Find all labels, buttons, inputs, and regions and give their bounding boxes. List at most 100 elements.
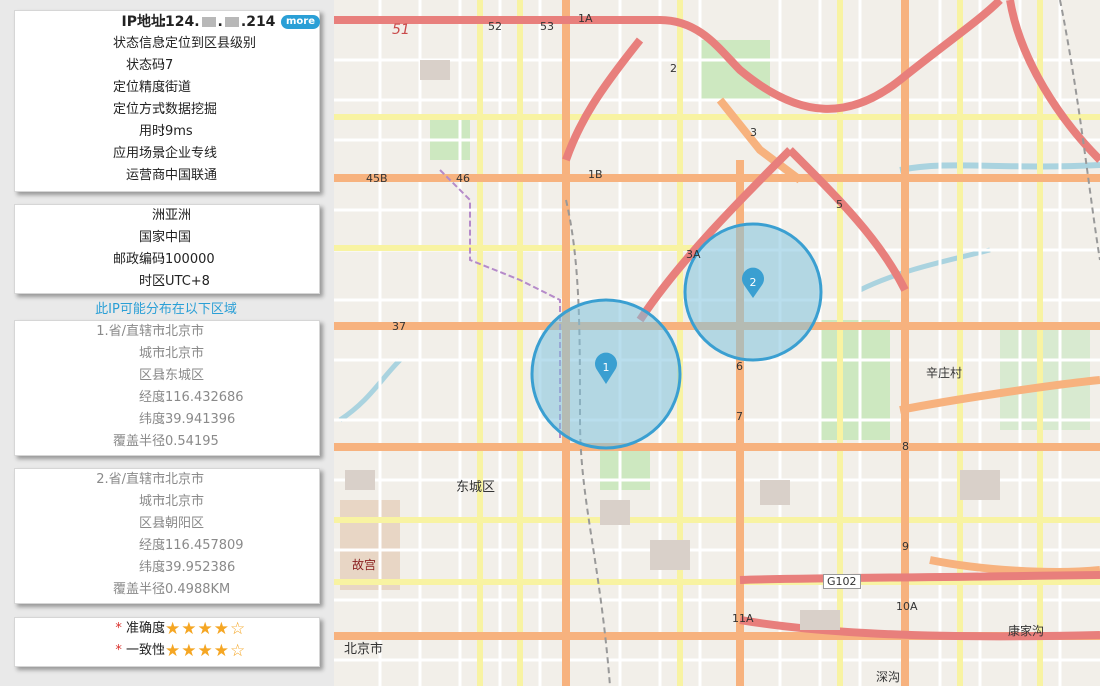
map-label-2: 2 <box>670 62 677 75</box>
info-row: 覆盖半径:0.54195 <box>15 431 319 453</box>
accuracy-label: 准确度 <box>125 621 165 636</box>
info-value: 9ms <box>165 124 193 139</box>
map-label-7: 7 <box>736 410 743 423</box>
info-row: 应用场景: 企业专线 <box>15 143 319 165</box>
info-value: 中国联通 <box>165 168 218 183</box>
info-value: 39.941396 <box>165 412 236 427</box>
geo-info-card: 洲: 亚洲 国家: 中国 邮政编码:100000 时区: UTC+8 <box>14 204 320 294</box>
info-value: 朝阳区 <box>165 516 205 531</box>
info-row: 城市: 北京市 <box>15 343 319 365</box>
info-row: 区县: 东城区 <box>15 365 319 387</box>
info-value: 100000 <box>165 252 215 267</box>
map-label-shenlu: 深沟 <box>876 670 901 684</box>
info-row: 区县: 朝阳区 <box>15 513 319 535</box>
region-card-2: 2.省/直辖市: 北京市 城市: 北京市 区县: 朝阳区 经度:116.457809 纬度:3… <box>14 468 320 604</box>
ip-address-label: IP地址 <box>121 14 165 30</box>
info-value: 北京市 <box>165 324 205 339</box>
map-label-xinzhuang: 辛庄村 <box>926 366 963 380</box>
required-mark: * <box>115 621 122 636</box>
info-key: 状态码 <box>125 58 165 73</box>
info-row: 纬度:39.941396 <box>15 409 319 431</box>
info-key: 1.省/直辖市 <box>96 324 165 339</box>
ip-address-value: 124.. .214 <box>165 14 276 30</box>
info-value: 0.54195 <box>165 434 219 449</box>
map-label-45b: 45B <box>366 172 388 185</box>
consistency-row: * 一致性 : ★★★★☆ <box>115 640 247 662</box>
map-label-5: 5 <box>836 198 843 211</box>
info-row: 国家: 中国 <box>15 227 319 249</box>
map-label-8: 8 <box>902 440 909 453</box>
map-label-46: 46 <box>456 172 470 185</box>
map-label-6: 6 <box>736 360 743 373</box>
info-key: 覆盖半径 <box>112 582 165 597</box>
info-row: 时区: UTC+8 <box>15 271 319 293</box>
region-card-1: 1.省/直辖市: 北京市 城市: 北京市 区县: 东城区 经度:116.432686 纬度:3… <box>14 320 320 456</box>
info-row: 经度:116.432686 <box>15 387 319 409</box>
map-label-gugong: 故宫 <box>352 558 377 572</box>
info-key: 定位方式 <box>112 102 165 117</box>
info-value: 亚洲 <box>165 208 192 223</box>
required-mark: * <box>115 643 122 658</box>
info-row: 定位精度: 街道 <box>15 77 319 99</box>
info-key: 邮政编码 <box>112 252 165 267</box>
ip-mask-1 <box>201 17 216 27</box>
info-key: 覆盖半径 <box>112 434 165 449</box>
map-label-52: 52 <box>488 20 502 33</box>
accuracy-row: * 准确度 : ★★★★☆ <box>115 618 247 640</box>
map-label-9: 9 <box>902 540 909 553</box>
marker-label-2: 2 <box>750 276 757 289</box>
ip-address-row: IP地址 : 124.. .214 more <box>15 11 321 33</box>
info-key: 状态信息 <box>112 36 165 51</box>
map-label-37: 37 <box>392 320 406 333</box>
info-row: 用时:9ms <box>15 121 319 143</box>
marker-label-1: 1 <box>603 361 610 374</box>
info-value: 39.952386 <box>165 560 236 575</box>
info-value: 定位到区县级别 <box>165 36 257 51</box>
map-label-1a: 1A <box>578 12 593 25</box>
map-label-3a: 3A <box>686 248 701 261</box>
distribution-title: 此IP可能分布在以下区域 <box>95 302 237 317</box>
info-value: 东城区 <box>165 368 205 383</box>
info-key: 运营商 <box>125 168 165 183</box>
info-value: 0.4988KM <box>165 582 231 597</box>
map-label-53: 53 <box>540 20 554 33</box>
info-row: 经度:116.457809 <box>15 535 319 557</box>
map-label-10a: 10A <box>896 600 918 613</box>
info-row: 状态信息: 定位到区县级别 <box>15 33 319 55</box>
info-row: 纬度:39.952386 <box>15 557 319 579</box>
info-row: 运营商: 中国联通 <box>15 165 319 187</box>
ip-prefix: 124. <box>165 14 200 30</box>
map-label-11a: 11A <box>732 612 754 625</box>
rating-card: * 准确度 : ★★★★☆ * 一致性 : ★★★★☆ <box>14 617 320 667</box>
info-value: UTC+8 <box>165 274 210 289</box>
info-row: 邮政编码:100000 <box>15 249 319 271</box>
ip-suffix: 214 <box>246 14 276 30</box>
info-value: 116.432686 <box>165 390 244 405</box>
info-row: 2.省/直辖市: 北京市 <box>15 469 319 491</box>
info-row: 城市: 北京市 <box>15 491 319 513</box>
more-button[interactable]: more <box>281 15 321 29</box>
map-label-dongcheng: 东城区 <box>456 480 496 495</box>
ip-info-card: IP地址 : 124.. .214 more 状态信息: 定位到区县级别 状态码:7 定… <box>14 10 321 192</box>
info-row: 定位方式: 数据挖掘 <box>15 99 319 121</box>
consistency-label: 一致性 <box>125 643 165 658</box>
info-value: 数据挖掘 <box>165 102 218 117</box>
info-value: 企业专线 <box>165 146 218 161</box>
info-value: 116.457809 <box>165 538 244 553</box>
accuracy-stars[interactable]: ★★★★☆ <box>165 618 246 640</box>
info-panel: IP地址 : 124.. .214 more 状态信息: 定位到区县级别 状态码:7 定… <box>0 0 334 686</box>
info-value: 北京市 <box>165 494 205 509</box>
info-key: 2.省/直辖市 <box>96 472 165 487</box>
ip-mask-2 <box>224 17 239 27</box>
map-label-3: 3 <box>750 126 757 139</box>
map-label-1b: 1B <box>588 168 603 181</box>
info-value: 街道 <box>165 80 192 95</box>
info-value: 中国 <box>165 230 192 245</box>
map-label-g102: G102 <box>823 574 861 589</box>
info-value: 北京市 <box>165 472 205 487</box>
info-key: 定位精度 <box>112 80 165 95</box>
info-row: 洲: 亚洲 <box>15 205 319 227</box>
map-label-kangjiagou: 康家沟 <box>1008 624 1045 638</box>
consistency-stars[interactable]: ★★★★☆ <box>165 640 246 662</box>
info-key: 应用场景 <box>112 146 165 161</box>
